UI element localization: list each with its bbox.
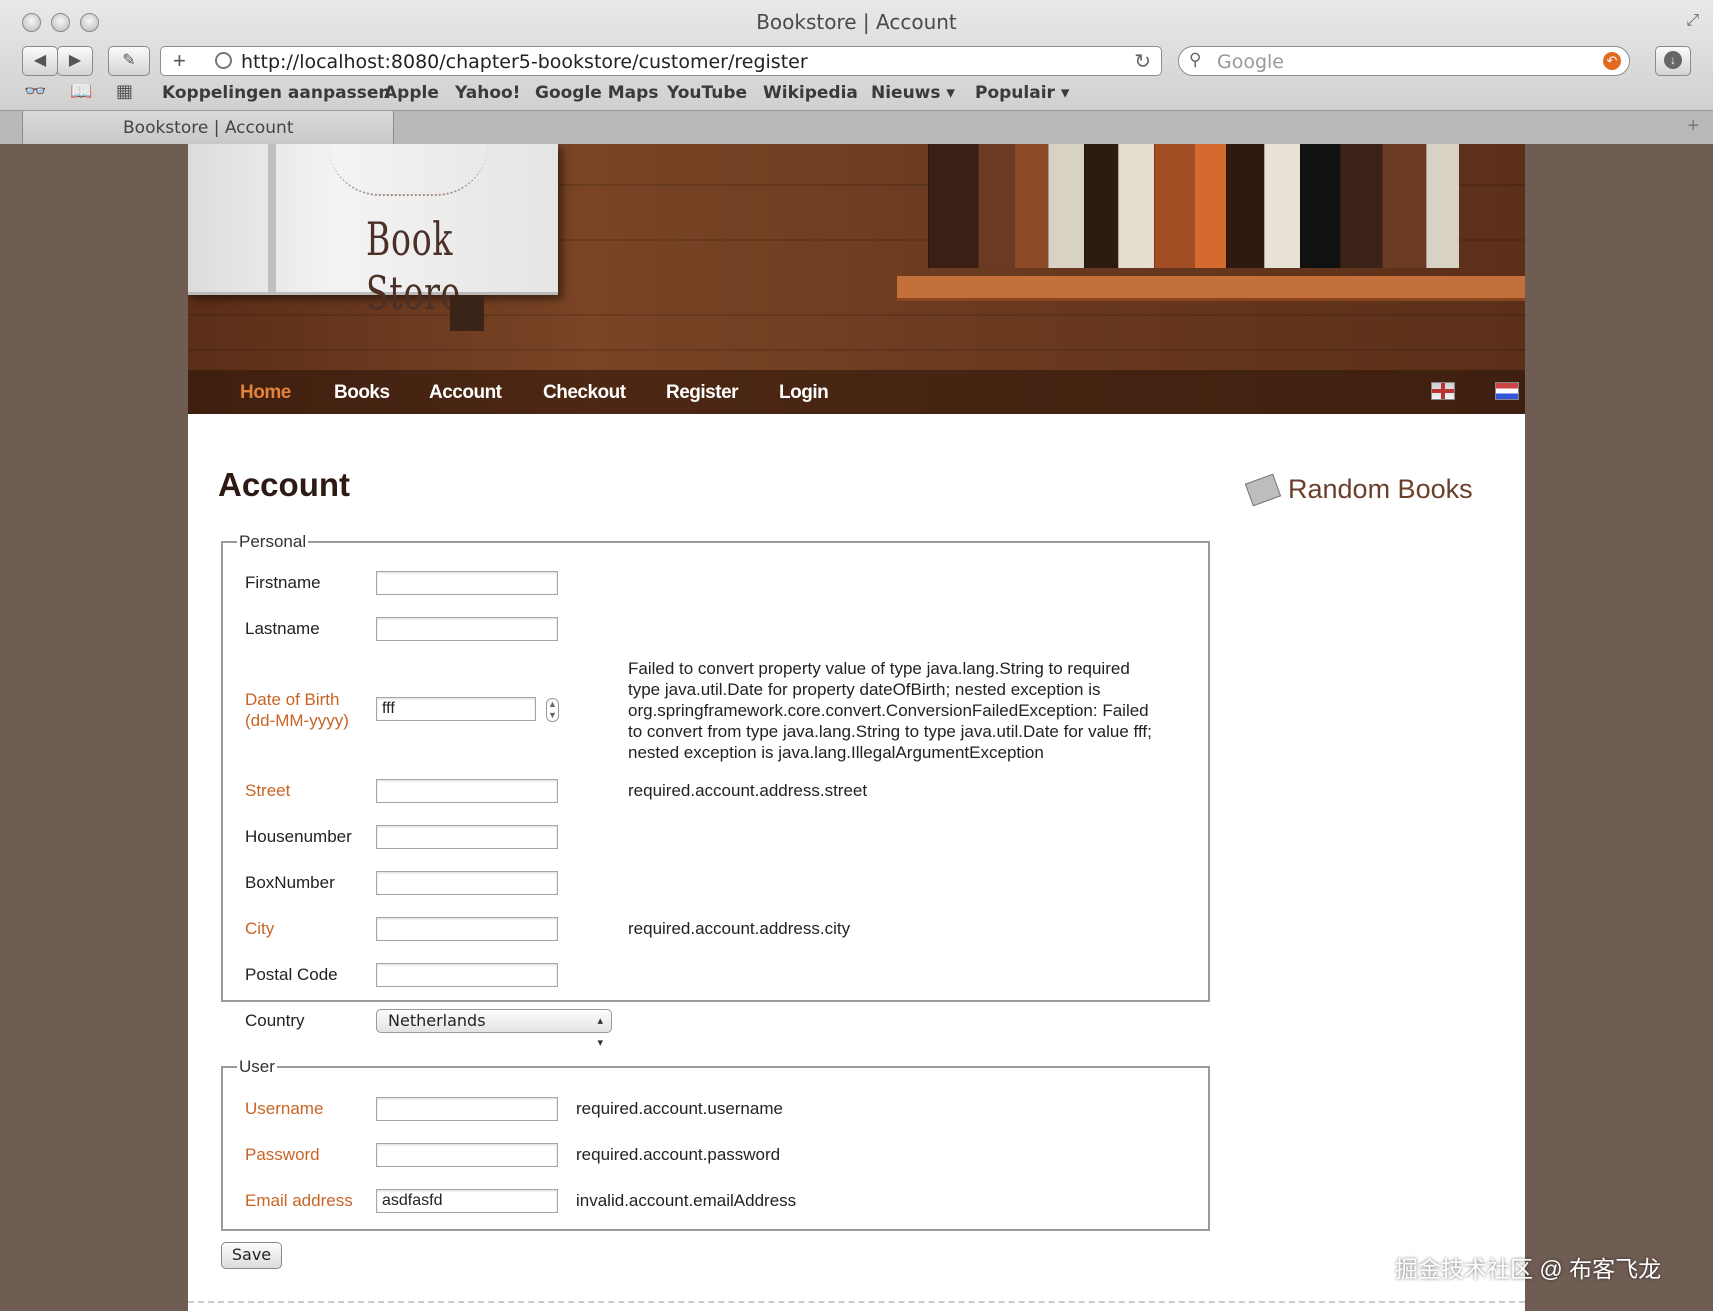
dob-error-line: type java.util.Date for property dateOfB… [628, 680, 1101, 699]
english-flag-icon[interactable] [1431, 382, 1455, 400]
dob-error: Failed to convert property value of type… [628, 658, 1152, 763]
footer-divider [188, 1301, 1525, 1303]
reload-icon[interactable]: ↻ [1134, 49, 1151, 74]
city-label: City [245, 919, 275, 938]
reading-list-icon[interactable]: 👓 [24, 81, 46, 102]
save-button[interactable]: Save [221, 1242, 282, 1269]
street-label: Street [245, 781, 291, 800]
boxnumber-input[interactable] [376, 871, 558, 895]
firstname-input[interactable] [376, 571, 558, 595]
bookmark-item[interactable]: YouTube [667, 83, 747, 103]
firstname-label: Firstname [245, 573, 321, 592]
password-label: Password [245, 1145, 320, 1164]
boxnumber-label: BoxNumber [245, 873, 335, 892]
dob-error-line: to convert from type java.lang.String to… [628, 722, 1152, 741]
globe-icon [215, 52, 232, 69]
page-title: Account [218, 466, 350, 503]
address-bar[interactable]: + http://localhost:8080/chapter5-booksto… [160, 46, 1162, 76]
nav-home[interactable]: Home [240, 382, 291, 404]
page: Book Store Home Books Account Checkout R [188, 144, 1525, 1311]
forward-button[interactable]: ▶ [57, 46, 93, 76]
site-header: Book Store Home Books Account Checkout R [188, 144, 1525, 414]
book-icon [1244, 473, 1282, 507]
lastname-label: Lastname [245, 619, 320, 638]
tab-label: Bookstore | Account [123, 118, 294, 138]
bookmark-menu[interactable]: Nieuws ▾ [871, 83, 955, 103]
bookmark-item[interactable]: Wikipedia [763, 83, 858, 103]
country-select[interactable]: Netherlands ▴ ▾ [376, 1009, 612, 1049]
main-nav: Home Books Account Checkout Register Log… [188, 370, 1525, 414]
dob-error-line: Failed to convert property value of type… [628, 659, 1130, 678]
lastname-input[interactable] [376, 617, 558, 641]
shelf [897, 276, 1525, 301]
password-error: required.account.password [576, 1145, 781, 1164]
bookmark-item[interactable]: Google Maps [535, 83, 658, 103]
window-title: Bookstore | Account [756, 10, 957, 34]
browser-chrome: Bookstore | Account ⤢ ◀ ▶ ✎ + http://loc… [0, 0, 1713, 144]
top-sites-icon[interactable]: ▦ [116, 81, 133, 102]
country-label: Country [245, 1011, 305, 1030]
ornament-icon [328, 144, 488, 196]
snapback-icon[interactable]: ↶ [1603, 52, 1621, 70]
street-input[interactable] [376, 779, 558, 803]
random-books-title: Random Books [1288, 474, 1473, 504]
ribbon-icon [450, 295, 484, 331]
email-input[interactable] [376, 1189, 558, 1213]
download-icon: ↓ [1664, 51, 1682, 69]
search-field[interactable]: ⚲ Google ↶ [1178, 46, 1630, 76]
postal-code-input[interactable] [376, 963, 558, 987]
nav-login[interactable]: Login [779, 382, 829, 404]
user-legend: User [239, 1057, 275, 1076]
bookmarks-icon[interactable]: 📖 [70, 81, 92, 102]
housenumber-input[interactable] [376, 825, 558, 849]
username-label: Username [245, 1099, 324, 1118]
dutch-flag-icon[interactable] [1495, 382, 1519, 400]
personal-legend: Personal [239, 532, 307, 551]
nav-account[interactable]: Account [429, 382, 502, 404]
dob-format-label: (dd-MM-yyyy) [245, 711, 349, 730]
watermark: 掘金技术社区 @ 布客飞龙 [1395, 1256, 1662, 1282]
bookmark-item[interactable]: Yahoo! [455, 83, 520, 103]
bookmark-item[interactable]: Apple [384, 83, 439, 103]
bookmark-menu[interactable]: Populair ▾ [975, 83, 1069, 103]
bookshelf-image [928, 144, 1525, 276]
email-label: Email address [245, 1191, 353, 1210]
search-icon: ⚲ [1189, 50, 1202, 69]
street-error: required.account.address.street [628, 781, 868, 800]
downloads-button[interactable]: ↓ [1655, 46, 1691, 76]
address-text[interactable]: http://localhost:8080/chapter5-bookstore… [241, 51, 808, 73]
nav-register[interactable]: Register [666, 382, 739, 404]
logo-book-image: Book Store [188, 144, 558, 320]
new-tab-icon[interactable]: + [1687, 115, 1699, 138]
country-select-value: Netherlands [388, 1011, 486, 1030]
select-arrows-icon: ▴ ▾ [597, 1014, 603, 1049]
pencil-icon[interactable]: ✎ [108, 46, 150, 76]
back-button[interactable]: ◀ [22, 46, 58, 76]
username-error: required.account.username [576, 1099, 783, 1118]
dob-error-line: org.springframework.core.convert.Convers… [628, 701, 1149, 720]
dob-label: Date of Birth [245, 690, 340, 709]
city-input[interactable] [376, 917, 558, 941]
email-error: invalid.account.emailAddress [576, 1191, 797, 1210]
stepper-icon[interactable]: ▲ ▼ [546, 698, 559, 722]
nav-books[interactable]: Books [334, 382, 390, 404]
postal-code-label: Postal Code [245, 965, 338, 984]
bookmark-item[interactable]: Koppelingen aanpassen [162, 83, 390, 103]
window-titlebar: Bookstore | Account ⤢ [0, 0, 1713, 42]
housenumber-label: Housenumber [245, 827, 352, 846]
city-error: required.account.address.city [628, 919, 851, 938]
fullscreen-icon[interactable]: ⤢ [1686, 12, 1699, 30]
dob-error-line: nested exception is java.lang.IllegalArg… [628, 743, 1044, 762]
username-input[interactable] [376, 1097, 558, 1121]
bookmarks-bar: 👓 📖 ▦ Koppelingen aanpassen Apple Yahoo!… [0, 78, 1713, 108]
tab-account[interactable]: Bookstore | Account [22, 111, 394, 144]
password-input[interactable] [376, 1143, 558, 1167]
search-placeholder: Google [1217, 51, 1285, 73]
nav-checkout[interactable]: Checkout [543, 382, 626, 404]
dob-input[interactable] [376, 697, 536, 721]
tab-bar: Bookstore | Account + [0, 110, 1713, 144]
add-bookmark-icon[interactable]: + [173, 47, 186, 75]
